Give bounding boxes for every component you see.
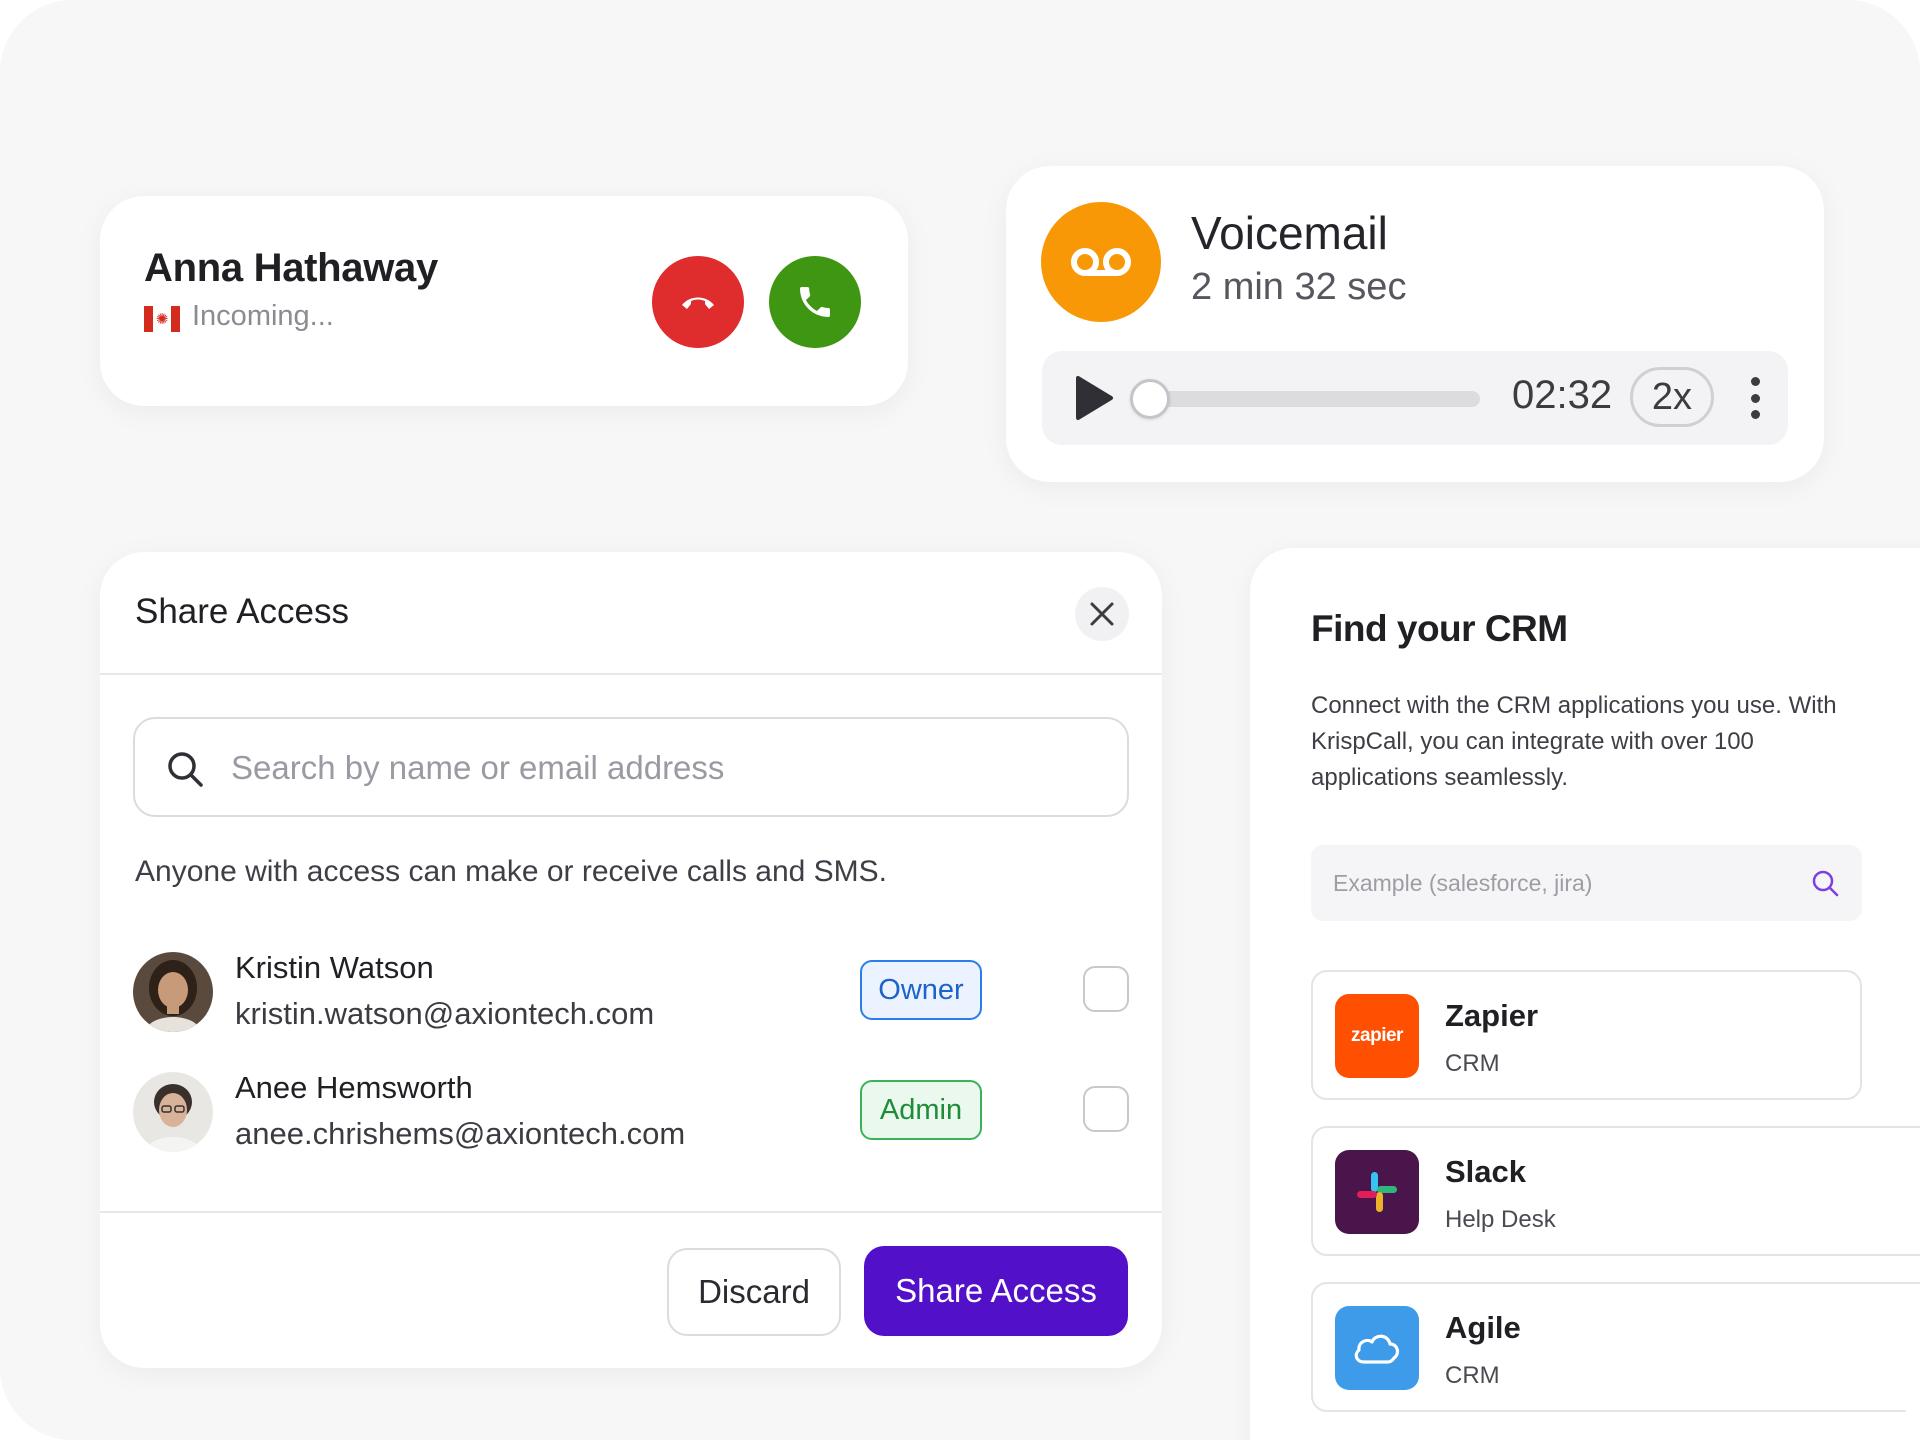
role-badge-owner: Owner bbox=[860, 960, 982, 1020]
member-name: Kristin Watson bbox=[235, 950, 434, 985]
crm-item-category: Help Desk bbox=[1445, 1206, 1556, 1233]
crm-item-slack[interactable]: Slack Help Desk bbox=[1311, 1126, 1920, 1256]
crm-item-name: Slack bbox=[1445, 1154, 1527, 1189]
member-row: Anee Hemsworth anee.chrishems@axiontech.… bbox=[133, 1070, 1133, 1152]
crm-title: Find your CRM bbox=[1311, 608, 1568, 649]
incoming-call-card: Anna Hathaway ✺ Incoming... bbox=[100, 196, 908, 406]
modal-title: Share Access bbox=[135, 592, 349, 631]
playback-time: 02:32 bbox=[1512, 373, 1613, 417]
hang-up-icon bbox=[682, 297, 714, 309]
voicemail-icon bbox=[1041, 202, 1161, 322]
crm-item-name: Zapier bbox=[1445, 998, 1539, 1033]
progress-track[interactable] bbox=[1138, 391, 1480, 407]
cloud-logo-icon bbox=[1335, 1306, 1419, 1390]
crm-item-category: CRM bbox=[1445, 1050, 1500, 1077]
footer-divider bbox=[100, 1211, 1162, 1213]
access-notice: Anyone with access can make or receive c… bbox=[135, 855, 888, 888]
caller-name: Anna Hathaway bbox=[144, 246, 438, 290]
crm-item-agile[interactable]: Agile CRM bbox=[1311, 1282, 1920, 1412]
search-icon[interactable] bbox=[1811, 869, 1839, 897]
avatar bbox=[133, 1072, 213, 1152]
canada-flag-icon: ✺ bbox=[144, 306, 180, 332]
crm-description: Connect with the CRM applications you us… bbox=[1311, 692, 1837, 791]
audio-player: 02:32 2x bbox=[1042, 351, 1788, 445]
decline-call-button[interactable] bbox=[652, 256, 744, 348]
member-email: kristin.watson@axiontech.com bbox=[235, 996, 655, 1031]
search-input[interactable] bbox=[231, 737, 1091, 799]
playback-speed-button[interactable]: 2x bbox=[1630, 367, 1714, 427]
crm-item-category: CRM bbox=[1445, 1362, 1500, 1389]
share-access-button[interactable]: Share Access bbox=[864, 1246, 1128, 1336]
share-access-modal: Share Access Anyone with access can make… bbox=[100, 552, 1162, 1368]
crm-item-name: Agile bbox=[1445, 1310, 1521, 1345]
avatar bbox=[133, 952, 213, 1032]
zapier-logo-icon: zapier bbox=[1335, 994, 1419, 1078]
play-icon[interactable] bbox=[1074, 375, 1114, 421]
voicemail-title: Voicemail bbox=[1191, 207, 1388, 259]
crm-search-field[interactable] bbox=[1311, 845, 1862, 921]
crm-finder-panel: Find your CRM Connect with the CRM appli… bbox=[1250, 548, 1920, 1440]
member-email: anee.chrishems@axiontech.com bbox=[235, 1116, 686, 1151]
crm-item-zapier[interactable]: zapier Zapier CRM bbox=[1311, 970, 1862, 1100]
slack-logo-icon bbox=[1335, 1150, 1419, 1234]
call-status: Incoming... bbox=[192, 300, 334, 332]
member-row: Kristin Watson kristin.watson@axiontech.… bbox=[133, 950, 1133, 1032]
role-badge-admin: Admin bbox=[860, 1080, 982, 1140]
more-options-icon[interactable] bbox=[1742, 373, 1768, 423]
member-search-field[interactable] bbox=[133, 717, 1129, 817]
phone-icon bbox=[800, 287, 830, 317]
header-divider bbox=[100, 673, 1162, 675]
crm-search-input[interactable] bbox=[1333, 859, 1793, 907]
voicemail-duration: 2 min 32 sec bbox=[1191, 266, 1407, 308]
member-checkbox[interactable] bbox=[1083, 1086, 1129, 1132]
accept-call-button[interactable] bbox=[769, 256, 861, 348]
search-icon bbox=[168, 752, 203, 787]
background-canvas: Anna Hathaway ✺ Incoming... Voicemail 2 … bbox=[0, 0, 1920, 1440]
close-button[interactable] bbox=[1075, 587, 1129, 641]
discard-button[interactable]: Discard bbox=[667, 1248, 841, 1336]
progress-handle[interactable] bbox=[1130, 379, 1170, 419]
voicemail-card: Voicemail 2 min 32 sec 02:32 2x bbox=[1006, 166, 1824, 482]
member-checkbox[interactable] bbox=[1083, 966, 1129, 1012]
member-name: Anee Hemsworth bbox=[235, 1070, 473, 1105]
close-icon bbox=[1090, 602, 1114, 626]
